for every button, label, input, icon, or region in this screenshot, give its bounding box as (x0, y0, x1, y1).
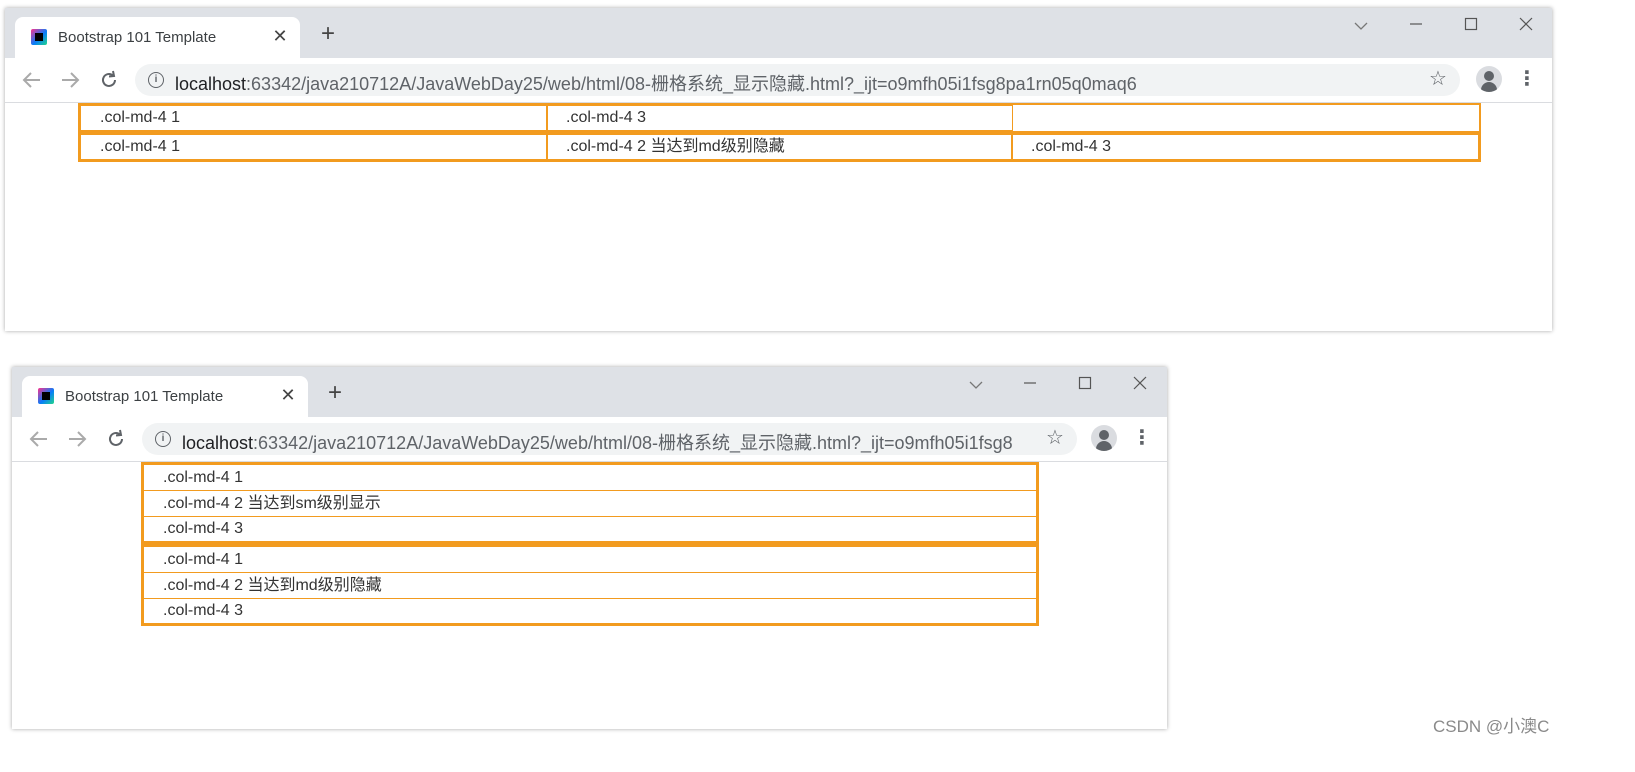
browser-toolbar: i localhost:63342/java210712A/JavaWebDay… (5, 58, 1552, 103)
grid-col: .col-md-4 1 (143, 546, 1037, 573)
url-text[interactable]: localhost:63342/java210712A/JavaWebDay25… (182, 429, 1012, 455)
address-bar[interactable]: i localhost:63342/java210712A/JavaWebDay… (135, 64, 1460, 96)
intellij-favicon-icon (31, 29, 47, 45)
minimize-icon[interactable] (1020, 375, 1040, 395)
maximize-icon[interactable] (1075, 375, 1095, 395)
tab-search-icon[interactable] (1351, 16, 1371, 36)
url-host: localhost (175, 74, 247, 94)
grid-col: .col-md-4 1 (143, 464, 1037, 491)
reload-icon[interactable] (103, 426, 129, 452)
tab-strip: Bootstrap 101 Template ✕ + (12, 367, 1167, 417)
tab-search-icon[interactable] (966, 375, 986, 395)
browser-window-narrow: Bootstrap 101 Template ✕ + i localhost:6… (12, 367, 1167, 729)
avatar-icon[interactable] (1476, 66, 1502, 92)
grid-col-empty (1011, 105, 1479, 131)
address-bar[interactable]: i localhost:63342/java210712A/JavaWebDay… (142, 423, 1077, 455)
grid-col: .col-md-4 1 (80, 134, 548, 160)
grid-row: .col-md-4 1 .col-md-4 3 (78, 103, 1481, 133)
minimize-icon[interactable] (1406, 16, 1426, 36)
maximize-icon[interactable] (1461, 16, 1481, 36)
browser-toolbar: i localhost:63342/java210712A/JavaWebDay… (12, 417, 1167, 462)
browser-tab[interactable]: Bootstrap 101 Template ✕ (22, 376, 308, 417)
tab-title: Bootstrap 101 Template (58, 29, 217, 46)
reload-icon[interactable] (96, 67, 122, 93)
tab-title: Bootstrap 101 Template (65, 388, 224, 405)
grid-col: .col-md-4 3 (143, 516, 1037, 542)
grid-col: .col-md-4 3 (143, 598, 1037, 624)
avatar-icon[interactable] (1091, 425, 1117, 451)
browser-window-wide: Bootstrap 101 Template ✕ + i localhost:6… (5, 8, 1552, 331)
kebab-menu-icon[interactable]: ⋮ (1515, 66, 1539, 92)
tab-strip: Bootstrap 101 Template ✕ + (5, 8, 1552, 58)
csdn-watermark: CSDN @小澳C (1433, 717, 1550, 736)
grid-row: .col-md-4 1 .col-md-4 2 当达到sm级别显示 .col-m… (141, 462, 1039, 544)
grid-col: .col-md-4 3 (546, 105, 1013, 131)
new-tab-icon[interactable]: + (323, 381, 347, 406)
url-path: :63342/java210712A/JavaWebDay25/web/html… (253, 433, 1012, 453)
url-path: :63342/java210712A/JavaWebDay25/web/html… (246, 74, 1137, 94)
intellij-favicon-icon (38, 388, 54, 404)
grid-col: .col-md-4 3 (1011, 134, 1479, 160)
grid-col: .col-md-4 2 当达到md级别隐藏 (546, 134, 1013, 160)
kebab-menu-icon[interactable]: ⋮ (1130, 425, 1154, 451)
close-tab-icon[interactable]: ✕ (278, 385, 298, 405)
url-text[interactable]: localhost:63342/java210712A/JavaWebDay25… (175, 70, 1415, 96)
close-window-icon[interactable] (1516, 16, 1536, 36)
page-content: .col-md-4 1 .col-md-4 3 .col-md-4 1 .col… (5, 103, 1552, 331)
url-host: localhost (182, 433, 254, 453)
grid-col: .col-md-4 1 (80, 105, 548, 131)
info-icon[interactable]: i (148, 72, 164, 88)
close-window-icon[interactable] (1130, 375, 1150, 395)
back-arrow-icon[interactable] (26, 426, 52, 452)
back-arrow-icon[interactable] (19, 67, 45, 93)
browser-tab[interactable]: Bootstrap 101 Template ✕ (15, 17, 300, 58)
forward-arrow-icon[interactable] (64, 426, 90, 452)
grid-col: .col-md-4 2 当达到sm级别显示 (143, 490, 1037, 517)
star-icon[interactable]: ☆ (1043, 426, 1067, 450)
grid-row: .col-md-4 1 .col-md-4 2 当达到md级别隐藏 .col-m… (78, 132, 1481, 162)
forward-arrow-icon[interactable] (57, 67, 83, 93)
grid-row: .col-md-4 1 .col-md-4 2 当达到md级别隐藏 .col-m… (141, 544, 1039, 626)
info-icon[interactable]: i (155, 431, 171, 447)
page-content: .col-md-4 1 .col-md-4 2 当达到sm级别显示 .col-m… (12, 462, 1167, 729)
star-icon[interactable]: ☆ (1426, 67, 1450, 91)
grid-col: .col-md-4 2 当达到md级别隐藏 (143, 572, 1037, 599)
new-tab-icon[interactable]: + (316, 22, 340, 47)
close-tab-icon[interactable]: ✕ (270, 26, 290, 46)
